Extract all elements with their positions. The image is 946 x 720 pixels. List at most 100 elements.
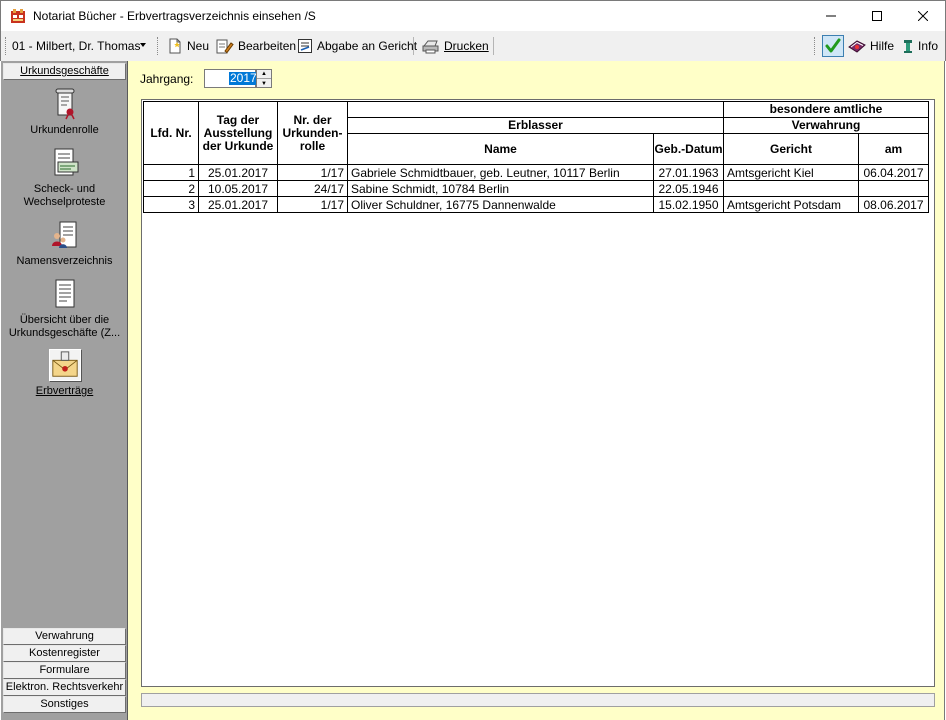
help-button-label: Hilfe xyxy=(870,39,895,53)
maximize-icon xyxy=(872,11,882,21)
help-book-icon xyxy=(848,40,866,53)
spin-down-icon[interactable]: ▼ xyxy=(257,79,271,88)
people-list-icon xyxy=(51,221,76,248)
cheque-icon xyxy=(54,148,78,176)
help-button[interactable]: Hilfe xyxy=(846,35,896,57)
edit-button-label: Bearbeiten xyxy=(238,39,297,53)
sidebar-header-sonstiges[interactable]: Sonstiges xyxy=(3,696,126,713)
print-button-label: Drucken xyxy=(444,39,489,53)
sidebar-header-urkundsgeschaefte[interactable]: Urkundsgeschäfte xyxy=(3,63,126,80)
sealed-envelope-icon xyxy=(48,349,81,381)
maximize-button[interactable] xyxy=(854,1,900,31)
col-header-nr[interactable]: Nr. der Urkunden-rolle xyxy=(277,101,348,165)
print-button[interactable]: Drucken xyxy=(420,35,491,57)
minimize-button[interactable] xyxy=(808,1,854,31)
close-button[interactable] xyxy=(900,1,946,31)
col-header-name[interactable]: Name xyxy=(347,133,654,165)
new-document-icon xyxy=(169,38,181,54)
cell-geb: 22.05.1946 xyxy=(653,180,724,197)
toolbar-separator xyxy=(493,37,494,55)
confirm-toggle-button[interactable] xyxy=(822,35,844,57)
cell-name: Sabine Schmidt, 10784 Berlin xyxy=(347,180,654,197)
col-header-geb-datum[interactable]: Geb.-Datum xyxy=(653,133,724,165)
submit-to-court-label: Abgabe an Gericht xyxy=(317,39,418,53)
cell-geb: 27.01.1963 xyxy=(653,164,724,181)
year-input-value: 2017 xyxy=(229,71,258,85)
year-label: Jahrgang: xyxy=(140,72,194,86)
col-header-erblasser: Erblasser xyxy=(347,117,724,134)
table-row[interactable]: 3 25.01.2017 1/17 Oliver Schuldner, 1677… xyxy=(143,196,929,213)
info-button-label: Info xyxy=(918,39,939,53)
cell-tag: 10.05.2017 xyxy=(198,180,278,197)
col-header-besondere: besondere amtliche xyxy=(723,101,929,118)
sidebar-item-scheck-wechselproteste[interactable]: Scheck- und Wechselproteste xyxy=(1,147,128,209)
cell-geb: 15.02.1950 xyxy=(653,196,724,213)
sidebar-header-formulare[interactable]: Formulare xyxy=(3,662,126,679)
erbvertrag-table: Lfd. Nr. Tag der Ausstellung der Urkunde… xyxy=(143,101,929,213)
info-icon xyxy=(904,40,912,53)
cell-am: 08.06.2017 xyxy=(858,196,929,213)
sidebar-item-uebersicht[interactable]: Übersicht über die Urkundsgeschäfte (Z..… xyxy=(1,278,128,340)
cell-lfd: 1 xyxy=(143,164,199,181)
new-button-label: Neu xyxy=(187,39,210,53)
cell-tag: 25.01.2017 xyxy=(198,196,278,213)
cell-nr: 24/17 xyxy=(277,180,348,197)
spin-up-icon[interactable]: ▲ xyxy=(257,70,271,79)
cell-tag: 25.01.2017 xyxy=(198,164,278,181)
cell-gericht xyxy=(723,180,859,197)
table-row[interactable]: 2 10.05.2017 24/17 Sabine Schmidt, 10784… xyxy=(143,180,929,197)
cell-nr: 1/17 xyxy=(277,196,348,213)
scroll-icon xyxy=(55,88,75,120)
cell-name: Oliver Schuldner, 16775 Dannenwalde xyxy=(347,196,654,213)
cell-nr: 1/17 xyxy=(277,164,348,181)
toolbar-separator xyxy=(413,37,414,55)
toolbar-grip[interactable] xyxy=(814,37,817,55)
form-submit-icon xyxy=(298,39,312,53)
sidebar-item-label: Übersicht über die Urkundsgeschäfte (Z..… xyxy=(8,314,121,339)
sidebar-item-namensverzeichnis[interactable]: Namensverzeichnis xyxy=(1,219,128,268)
cell-gericht: Amtsgericht Kiel xyxy=(723,164,859,181)
submit-to-court-button[interactable]: Abgabe an Gericht xyxy=(295,35,419,57)
notary-select-value: 01 - Milbert, Dr. Thomas xyxy=(12,39,141,53)
sidebar-header-elektron-rechtsverkehr[interactable]: Elektron. Rechtsverkehr xyxy=(3,679,126,696)
checkmark-icon xyxy=(825,38,841,53)
col-header-gericht[interactable]: Gericht xyxy=(723,133,859,165)
col-header-empty xyxy=(347,101,724,118)
sidebar-header-verwahrung[interactable]: Verwahrung xyxy=(3,628,126,645)
edit-icon xyxy=(216,39,234,54)
printer-icon xyxy=(422,40,439,54)
toolbar-grip[interactable] xyxy=(5,37,8,55)
sidebar-item-label: Urkundenrolle xyxy=(30,124,99,136)
col-header-lfd-nr[interactable]: Lfd. Nr. xyxy=(143,101,199,165)
info-button[interactable]: Info xyxy=(900,35,940,57)
app-icon xyxy=(11,9,25,23)
sidebar-header-kostenregister[interactable]: Kostenregister xyxy=(3,645,126,662)
main-panel: Jahrgang: 2017 ▲ ▼ Lfd. Nr. Tag der Auss… xyxy=(128,61,945,720)
sidebar-item-label: Scheck- und Wechselproteste xyxy=(23,183,106,208)
cell-lfd: 3 xyxy=(143,196,199,213)
sidebar: Urkundsgeschäfte Urkundenrolle Scheck- u… xyxy=(1,61,128,720)
cell-gericht: Amtsgericht Potsdam xyxy=(723,196,859,213)
new-button[interactable]: Neu xyxy=(165,35,211,57)
cell-lfd: 2 xyxy=(143,180,199,197)
col-header-am[interactable]: am xyxy=(858,133,929,165)
minimize-icon xyxy=(826,15,836,17)
sidebar-item-label: Namensverzeichnis xyxy=(16,255,113,267)
table-row[interactable]: 1 25.01.2017 1/17 Gabriele Schmidtbauer,… xyxy=(143,164,929,181)
edit-button[interactable]: Bearbeiten xyxy=(214,35,298,57)
year-input[interactable]: 2017 xyxy=(204,69,258,88)
document-list-icon xyxy=(55,279,74,308)
close-icon xyxy=(918,11,928,21)
col-header-tag[interactable]: Tag der Ausstellung der Urkunde xyxy=(198,101,278,165)
sidebar-item-label: Erbverträge xyxy=(35,385,94,397)
notary-select[interactable]: 01 - Milbert, Dr. Thomas xyxy=(12,36,149,56)
sidebar-item-urkundenrolle[interactable]: Urkundenrolle xyxy=(1,88,128,137)
chevron-down-icon xyxy=(140,43,146,47)
toolbar-grip[interactable] xyxy=(157,37,160,55)
horizontal-scrollbar[interactable] xyxy=(141,693,935,707)
title-bar: Notariat Bücher - Erbvertragsverzeichnis… xyxy=(0,0,946,31)
year-spinner[interactable]: ▲ ▼ xyxy=(256,69,272,88)
col-header-verwahrung: Verwahrung xyxy=(723,117,929,134)
sidebar-item-erbvertraege[interactable]: Erbverträge xyxy=(1,349,128,398)
erbvertrag-grid[interactable]: Lfd. Nr. Tag der Ausstellung der Urkunde… xyxy=(141,99,935,687)
